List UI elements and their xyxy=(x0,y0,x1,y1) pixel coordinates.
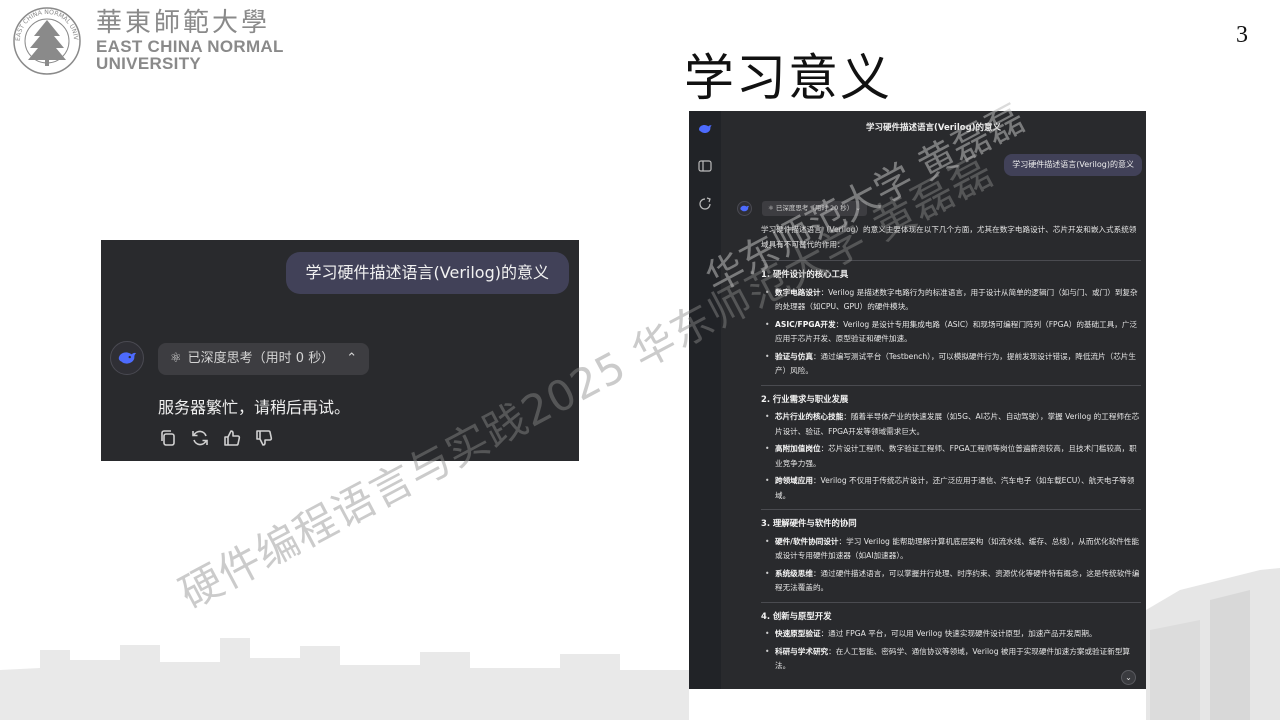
whale-logo-icon xyxy=(118,352,137,364)
list-item: 验证与仿真：通过编写测试平台（Testbench），可以模拟硬件行为，提前发现设… xyxy=(761,350,1141,379)
deep-think-label: 已深度思考（用时 20 秒） xyxy=(775,204,854,212)
item-term: 硬件/软件协同设计 xyxy=(775,536,839,546)
logo-english-line1: EAST CHINA NORMAL xyxy=(96,37,284,56)
deep-think-toggle[interactable]: ⚛ 已深度思考（用时 20 秒） ⌄ xyxy=(762,201,867,216)
item-term: 数字电路设计 xyxy=(775,287,821,297)
item-text: ：芯片设计工程师、数字验证工程师、FPGA工程师等岗位普遍薪资较高，且技术门槛较… xyxy=(775,444,1137,468)
list-item: ASIC/FPGA开发：Verilog 是设计专用集成电路（ASIC）和现场可编… xyxy=(761,318,1141,347)
assistant-avatar xyxy=(110,341,144,375)
conversation-title: 学习硬件描述语言(Verilog)的意义 xyxy=(865,123,1002,133)
deep-think-label: 已深度思考（用时 0 秒） xyxy=(187,351,335,366)
divider xyxy=(761,509,1141,510)
answer-section: 1. 硬件设计的核心工具 数字电路设计：Verilog 是描述数字电路行为的标准… xyxy=(761,267,1141,379)
message-actions xyxy=(158,428,274,448)
deep-think-toggle[interactable]: ⚛ 已深度思考（用时 0 秒） ⌃ xyxy=(158,343,370,375)
item-text: ：Verilog 不仅用于传统芯片设计，还广泛应用于通信、汽车电子（如车载ECU… xyxy=(775,476,1135,500)
chevron-up-icon: ⌃ xyxy=(346,351,358,366)
user-message-bubble: 学习硬件描述语言(Verilog)的意义 xyxy=(285,252,569,294)
item-term: 跨领域应用 xyxy=(775,476,813,485)
divider xyxy=(761,384,1141,386)
thumbs-down-icon[interactable] xyxy=(254,428,274,448)
item-text: ：通过硬件描述语言，可以掌握并行处理、时序约束、资源优化等硬件特有概念，这是传统… xyxy=(775,568,1140,593)
chat-screenshot-full-answer: 学习硬件描述语言(Verilog)的意义 学习硬件描述语言(Verilog)的意… xyxy=(689,111,1146,689)
university-seal-icon: EAST CHINA NORMAL UNIVERSITY xyxy=(12,6,81,75)
user-message-bubble: 学习硬件描述语言(Verilog)的意义 xyxy=(1004,154,1142,176)
slide-title: 学习意义 xyxy=(684,49,892,107)
answer-section: 4. 创新与原型开发 快速原型验证：通过 FPGA 平台，可以用 Verilog… xyxy=(761,609,1141,674)
section-title: 1. 硬件设计的核心工具 xyxy=(761,269,849,279)
item-term: 高附加值岗位 xyxy=(775,444,821,453)
new-chat-icon[interactable] xyxy=(697,196,713,212)
whale-logo-icon[interactable] xyxy=(697,121,713,137)
item-term: 芯片行业的核心技能 xyxy=(775,412,844,421)
list-item: 硬件/软件协同设计：学习 Verilog 能帮助理解计算机底层架构（如流水线、缓… xyxy=(761,535,1141,564)
item-term: 科研与学术研究 xyxy=(775,646,829,656)
list-item: 芯片行业的核心技能：随着半导体产业的快速发展（如5G、AI芯片、自动驾驶），掌握… xyxy=(761,410,1141,439)
chat-screenshot-server-busy: 学习硬件描述语言(Verilog)的意义 ⚛ 已深度思考（用时 0 秒） ⌃ 服… xyxy=(101,240,579,461)
thumbs-up-icon[interactable] xyxy=(222,428,242,448)
atom-icon: ⚛ xyxy=(170,351,182,366)
section-title: 2. 行业需求与职业发展 xyxy=(761,393,849,404)
answer-section: 3. 理解硬件与软件的协同 硬件/软件协同设计：学习 Verilog 能帮助理解… xyxy=(761,516,1141,596)
answer-intro: 学习硬件描述语言（Verilog）的意义主要体现在以下几个方面，尤其在数字电路设… xyxy=(761,225,1137,249)
scroll-down-button[interactable]: ⌄ xyxy=(1121,670,1136,685)
list-item: 系统级思维：通过硬件描述语言，可以掌握并行处理、时序约束、资源优化等硬件特有概念… xyxy=(761,567,1141,596)
assistant-avatar xyxy=(737,201,752,216)
page-number: 3 xyxy=(1236,22,1248,48)
list-item: 高附加值岗位：芯片设计工程师、数字验证工程师、FPGA工程师等岗位普遍薪资较高，… xyxy=(761,442,1141,471)
answer-section: 2. 行业需求与职业发展 芯片行业的核心技能：随着半导体产业的快速发展（如5G、… xyxy=(761,392,1141,504)
logo-chinese-name: 華東師範大學 xyxy=(96,8,271,38)
divider xyxy=(761,601,1141,603)
university-logo: EAST CHINA NORMAL UNIVERSITY 華東師範大學 EAST… xyxy=(12,6,284,76)
item-term: 验证与仿真 xyxy=(775,351,813,361)
chat-sidebar xyxy=(689,111,721,689)
item-term: 系统级思维 xyxy=(775,568,813,578)
regenerate-icon[interactable] xyxy=(190,428,210,448)
chevron-down-icon: ⌄ xyxy=(853,204,861,212)
section-title: 3. 理解硬件与软件的协同 xyxy=(761,518,857,528)
chevron-down-icon: ⌄ xyxy=(1125,673,1132,682)
atom-icon: ⚛ xyxy=(768,204,776,212)
item-text: ：通过 FPGA 平台，可以用 Verilog 快速实现硬件设计原型，加速产品开… xyxy=(820,629,1097,638)
item-term: ASIC/FPGA开发 xyxy=(775,319,836,329)
sidebar-toggle-icon[interactable] xyxy=(697,158,713,174)
item-term: 快速原型验证 xyxy=(775,629,821,638)
list-item: 科研与学术研究：在人工智能、密码学、通信协议等领域，Verilog 被用于实现硬… xyxy=(761,645,1141,674)
assistant-reply: 服务器繁忙，请稍后再试。 xyxy=(158,398,351,417)
section-title: 4. 创新与原型开发 xyxy=(761,610,832,621)
list-item: 快速原型验证：通过 FPGA 平台，可以用 Verilog 快速实现硬件设计原型… xyxy=(761,627,1141,642)
list-item: 跨领域应用：Verilog 不仅用于传统芯片设计，还广泛应用于通信、汽车电子（如… xyxy=(761,474,1141,503)
item-text: ：通过编写测试平台（Testbench），可以模拟硬件行为，提前发现设计错误，降… xyxy=(775,351,1136,376)
whale-logo-icon xyxy=(740,205,750,212)
logo-english-line2: UNIVERSITY xyxy=(96,54,202,73)
item-text: ：Verilog 是描述数字电路行为的标准语言，用于设计从简单的逻辑门（如与门、… xyxy=(775,287,1138,312)
divider xyxy=(761,260,1141,261)
copy-icon[interactable] xyxy=(158,428,178,448)
item-text: ：在人工智能、密码学、通信协议等领域，Verilog 被用于实现硬件加速方案或验… xyxy=(775,646,1131,671)
assistant-answer: 学习硬件描述语言（Verilog）的意义主要体现在以下几个方面，尤其在数字电路设… xyxy=(761,223,1141,677)
list-item: 数字电路设计：Verilog 是描述数字电路行为的标准语言，用于设计从简单的逻辑… xyxy=(761,286,1141,315)
